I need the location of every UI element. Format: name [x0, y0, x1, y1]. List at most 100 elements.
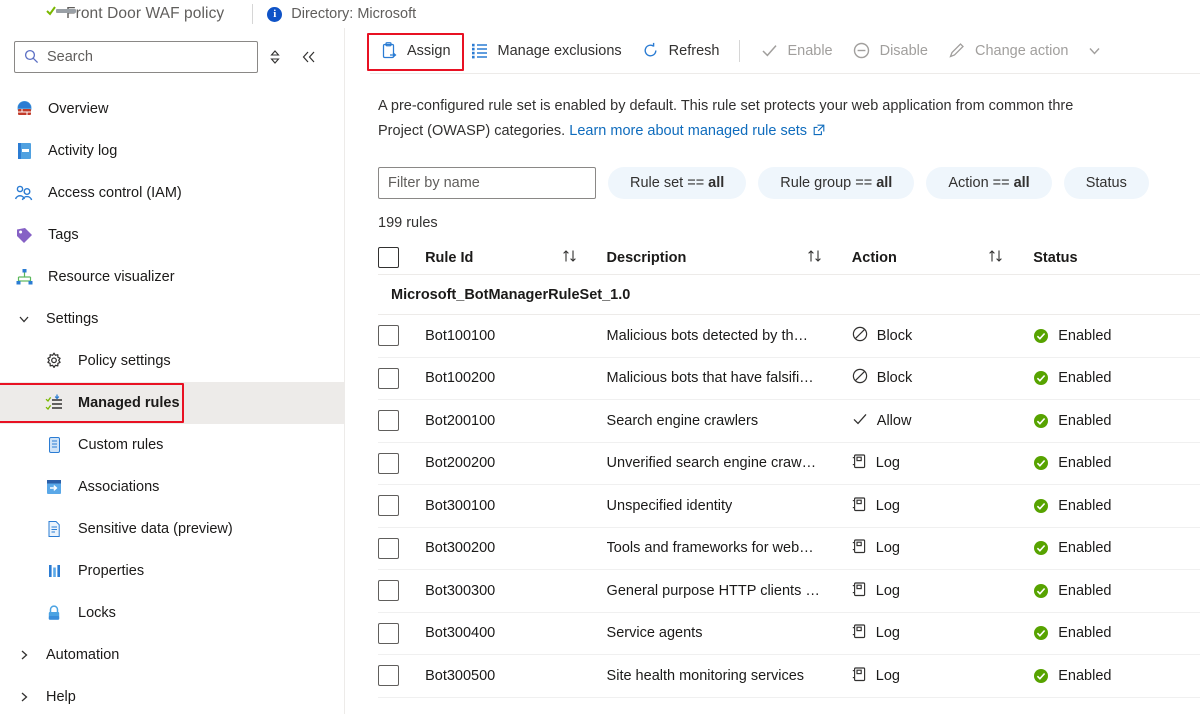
table-row[interactable]: Bot200100 Search engine crawlers Allow E…: [378, 400, 1200, 443]
refresh-label: Refresh: [669, 43, 720, 59]
azure-portal-page: Front Door WAF policy i Directory: Micro…: [0, 0, 1200, 714]
learn-more-link[interactable]: Learn more about managed rule sets: [569, 123, 807, 139]
filter-pill-rule-set[interactable]: Rule set ==all: [608, 167, 746, 199]
cell-description: Site health monitoring services: [607, 668, 804, 684]
table-row[interactable]: Bot100200 Malicious bots that have falsi…: [378, 358, 1200, 401]
sidebar-item-label: Access control (IAM): [48, 185, 182, 201]
sidebar-item-access-control[interactable]: Access control (IAM): [0, 172, 344, 214]
sidebar-group-help[interactable]: Help: [0, 676, 344, 714]
sidebar-item-managed-rules[interactable]: Managed rules: [0, 382, 344, 424]
refresh-button[interactable]: Refresh: [632, 35, 730, 67]
manage-exclusions-label: Manage exclusions: [498, 43, 622, 59]
row-checkbox[interactable]: [378, 495, 399, 516]
rules-table: Rule Id Description: [370, 241, 1200, 698]
chevron-right-icon: [14, 687, 34, 707]
select-all-checkbox[interactable]: [378, 247, 399, 268]
cell-rule-id: Bot200100: [425, 413, 495, 429]
row-checkbox[interactable]: [378, 580, 399, 601]
assign-label: Assign: [407, 43, 451, 59]
table-row[interactable]: Bot300500 Site health monitoring service…: [378, 655, 1200, 698]
sidebar-item-activity-log[interactable]: Activity log: [0, 130, 344, 172]
log-icon: [852, 453, 867, 473]
associations-icon: [44, 477, 64, 497]
filter-pill-status[interactable]: Status: [1064, 167, 1149, 199]
column-header-description[interactable]: Description: [607, 249, 852, 267]
sidebar-group-automation[interactable]: Automation: [0, 634, 344, 676]
cell-status: Enabled: [1058, 370, 1111, 386]
table-row[interactable]: Bot100100 Malicious bots detected by th……: [378, 315, 1200, 358]
filter-pill-rule-group[interactable]: Rule group ==all: [758, 167, 914, 199]
assign-button[interactable]: Assign: [370, 35, 461, 67]
check-circle-icon: [1033, 668, 1049, 684]
row-checkbox[interactable]: [378, 665, 399, 686]
chevron-down-icon: [14, 309, 34, 329]
sidebar-group-settings[interactable]: Settings: [0, 298, 344, 340]
sidebar-item-custom-rules[interactable]: Custom rules: [0, 424, 344, 466]
disable-button: Disable: [843, 35, 938, 67]
sidebar-item-label: Activity log: [48, 143, 117, 159]
manage-exclusions-button[interactable]: Manage exclusions: [461, 35, 632, 67]
assign-clipboard-icon: [380, 42, 398, 60]
filter-pill-value: all: [876, 175, 892, 191]
table-row[interactable]: Bot300400 Service agents Log Enabled: [378, 613, 1200, 656]
sidebar-item-tags[interactable]: Tags: [0, 214, 344, 256]
table-row[interactable]: Bot300200 Tools and frameworks for web… …: [378, 528, 1200, 571]
rules-count: 199 rules: [370, 199, 1200, 231]
sidebar-item-resource-visualizer[interactable]: Resource visualizer: [0, 256, 344, 298]
sidebar-item-locks[interactable]: Locks: [0, 592, 344, 634]
table-row[interactable]: Bot300300 General purpose HTTP clients ……: [378, 570, 1200, 613]
sidebar-item-label: Properties: [78, 563, 144, 579]
cell-status: Enabled: [1058, 455, 1111, 471]
row-checkbox[interactable]: [378, 368, 399, 389]
rule-set-group-header: Microsoft_BotManagerRuleSet_1.0: [378, 275, 1200, 315]
sidebar-group-label: Settings: [46, 311, 98, 327]
sidebar-item-sensitive-data[interactable]: Sensitive data (preview): [0, 508, 344, 550]
description-line2: Project (OWASP) categories. Learn more a…: [378, 119, 1200, 145]
row-checkbox[interactable]: [378, 623, 399, 644]
cell-description: Malicious bots that have falsifi…: [607, 370, 814, 386]
row-checkbox[interactable]: [378, 453, 399, 474]
cell-rule-id: Bot300400: [425, 625, 495, 641]
expand-collapse-icon[interactable]: [258, 41, 292, 73]
table-header-row: Rule Id Description: [378, 241, 1200, 275]
filter-pill-label: Action ==: [948, 175, 1009, 191]
double-chevron-left-icon[interactable]: [292, 41, 326, 73]
cell-rule-id: Bot300500: [425, 668, 495, 684]
search-icon: [24, 49, 39, 69]
search-box[interactable]: [14, 41, 258, 73]
enable-button: Enable: [750, 35, 842, 67]
sidebar-item-associations[interactable]: Associations: [0, 466, 344, 508]
log-icon: [852, 581, 867, 601]
sidebar-item-label: Locks: [78, 605, 116, 621]
table-row[interactable]: Bot300100 Unspecified identity Log Enabl…: [378, 485, 1200, 528]
check-circle-icon: [1033, 328, 1049, 344]
column-header-status[interactable]: Status: [1033, 250, 1200, 266]
overview-shield-icon: [14, 99, 34, 119]
search-input[interactable]: [47, 49, 257, 65]
table-row[interactable]: Bot200200 Unverified search engine craw……: [378, 443, 1200, 486]
column-header-rule-id[interactable]: Rule Id: [425, 249, 606, 267]
cell-status: Enabled: [1058, 583, 1111, 599]
row-checkbox[interactable]: [378, 410, 399, 431]
cell-rule-id: Bot300100: [425, 498, 495, 514]
sidebar-item-properties[interactable]: Properties: [0, 550, 344, 592]
command-bar-divider: [739, 40, 740, 62]
sort-arrows-icon[interactable]: [806, 249, 826, 267]
sidebar-item-label: Policy settings: [78, 353, 171, 369]
filter-pill-action[interactable]: Action ==all: [926, 167, 1051, 199]
row-checkbox[interactable]: [378, 538, 399, 559]
topbar: Front Door WAF policy i Directory: Micro…: [0, 0, 1200, 28]
row-checkbox[interactable]: [378, 325, 399, 346]
sidebar-item-overview[interactable]: Overview: [0, 88, 344, 130]
cell-status: Enabled: [1058, 540, 1111, 556]
filter-by-name-input[interactable]: [378, 167, 596, 199]
check-circle-icon: [1033, 455, 1049, 471]
description-text: A pre-configured rule set is enabled by …: [370, 74, 1200, 149]
filter-pill-label: Rule group ==: [780, 175, 872, 191]
cell-description: Tools and frameworks for web…: [607, 540, 814, 556]
sidebar-item-policy-settings[interactable]: Policy settings: [0, 340, 344, 382]
document-icon: [44, 519, 64, 539]
column-header-action[interactable]: Action: [852, 249, 1033, 267]
sort-arrows-icon[interactable]: [561, 249, 581, 267]
sort-arrows-icon[interactable]: [987, 249, 1007, 267]
